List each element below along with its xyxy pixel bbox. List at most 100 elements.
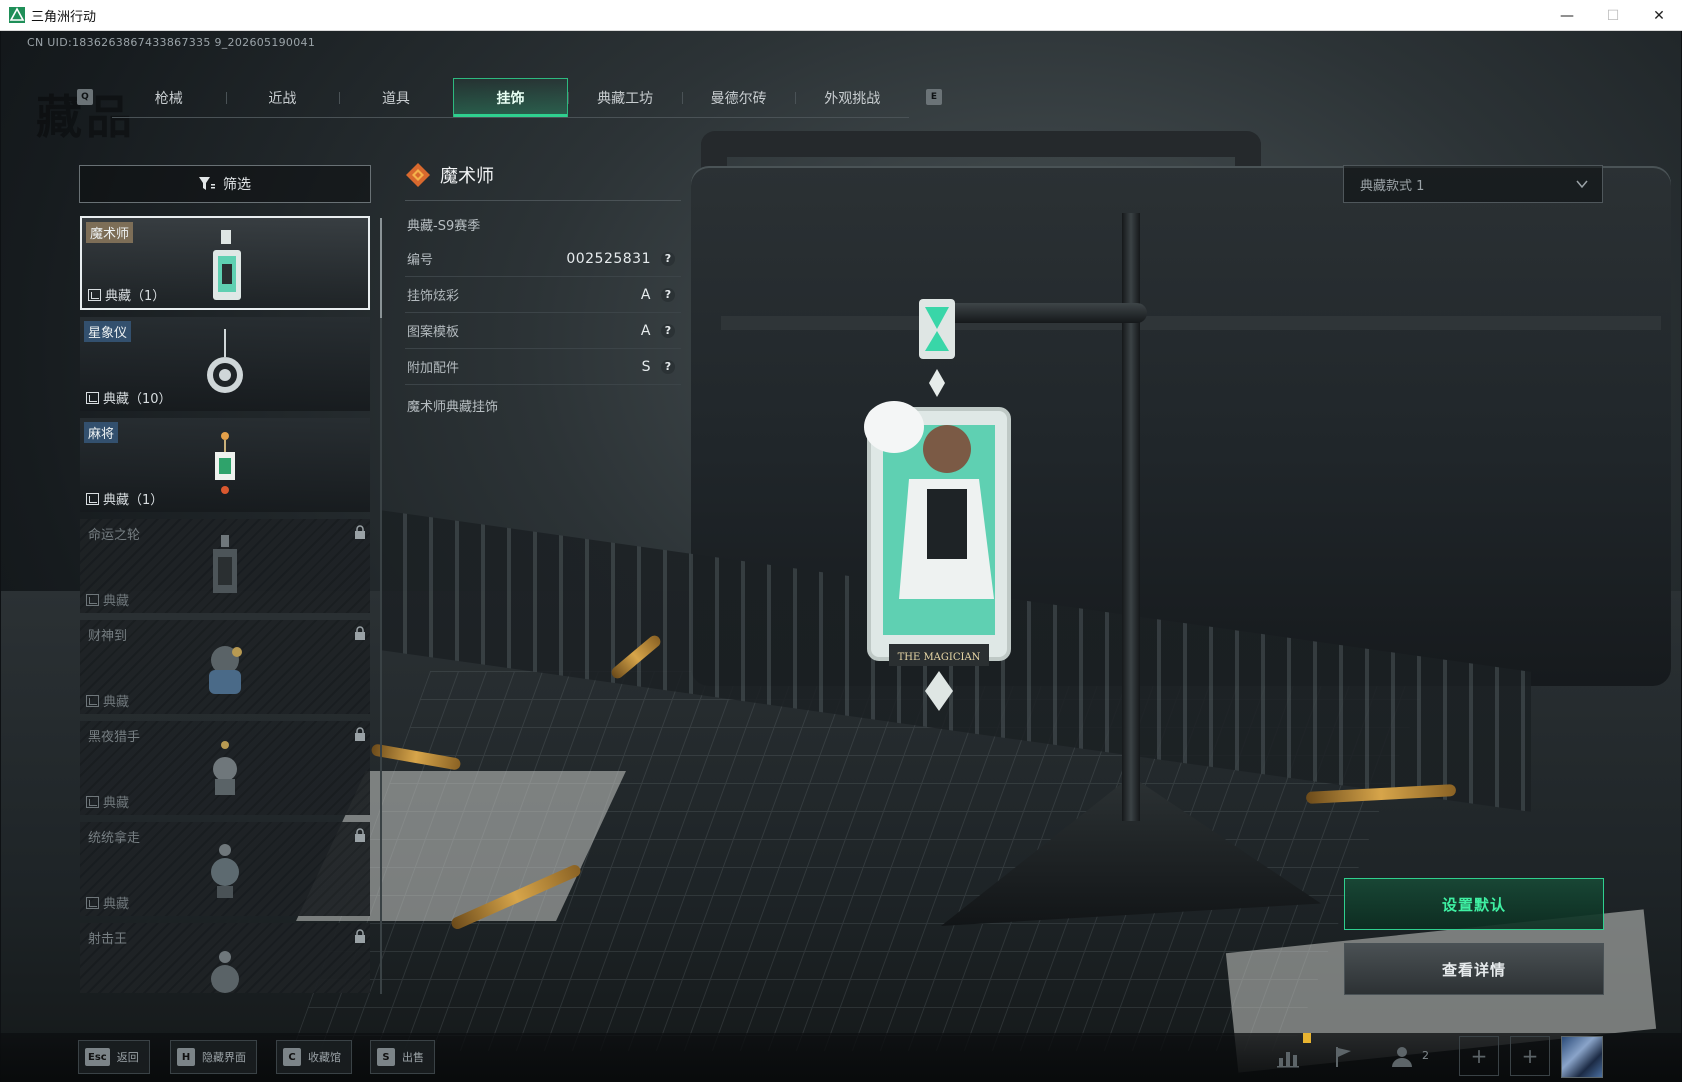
detail-row-label: 附加配件 [407,361,460,376]
charm-card-name: 魔术师 [86,222,134,243]
charm-card-astrolabe[interactable]: 星象仪 典藏（10） [80,317,370,411]
tab-charms[interactable]: 挂饰 [452,78,569,117]
tab-appearance-challenge[interactable]: 外观挑战 [795,78,909,117]
collection-tier-icon [86,391,99,404]
filter-icon [199,177,215,190]
astrolabe-charm-thumbnail [207,329,243,393]
tab-next-key[interactable]: E [926,89,942,105]
collection-tier-icon [86,896,99,909]
charm-card-wheel-of-fate[interactable]: 命运之轮 典藏 [80,519,370,613]
charm-list-scrollbar-thumb[interactable] [380,218,382,318]
charm-card-tier-label: 典藏（1） [103,493,164,508]
filter-button[interactable]: 筛选 [79,165,371,203]
charm-card-name: 财神到 [88,629,128,644]
detail-row-value: 002525831 [566,250,651,267]
charm-card-tier-label: 典藏 [103,594,130,609]
alert-badge [1303,1033,1311,1043]
hint-sell[interactable]: S 出售 [370,1040,435,1074]
lock-icon [355,525,365,539]
tab-collection-workshop[interactable]: 典藏工坊 [568,78,682,117]
view-details-button[interactable]: 查看详情 [1344,943,1604,995]
tab-guns[interactable]: 枪械 [112,78,226,117]
tab-melee[interactable]: 近战 [225,78,340,117]
charm-card-shooting-king[interactable]: 射击王 [80,923,370,993]
avatar[interactable] [1561,1036,1603,1078]
team-slot-add[interactable]: + [1510,1036,1550,1076]
lock-icon [355,727,365,741]
lock-icon [355,929,365,943]
charm-card-tier: 典藏 [86,590,129,609]
charm-card-tier-label: 典藏 [103,796,130,811]
style-select[interactable]: 典藏款式 1 [1343,165,1603,203]
friends-count: 2 [1422,1049,1429,1062]
keycap: S [377,1048,395,1066]
help-icon[interactable]: ? [661,287,675,302]
close-button[interactable]: ✕ [1636,0,1682,31]
charm-card-night-hunter[interactable]: 黑夜猎手 典藏 [80,721,370,815]
detail-row-label: 图案模板 [407,325,460,340]
charm-card-tier-label: 典藏 [103,897,130,912]
take-it-all-charm-thumbnail [211,844,239,898]
help-icon[interactable]: ? [661,251,675,266]
app-logo-icon [9,7,25,23]
hint-hide-ui[interactable]: H 隐藏界面 [170,1040,257,1074]
keycap: Esc [85,1048,110,1066]
charm-list-scrollbar[interactable] [380,218,382,994]
collection-tier-icon [86,593,99,606]
tab-items[interactable]: 道具 [339,78,453,117]
hint-collection-hall[interactable]: C 收藏馆 [276,1040,352,1074]
divider [405,200,681,201]
charm-card-take-it-all[interactable]: 统统拿走 典藏 [80,822,370,916]
collection-rarity-icon [406,163,430,187]
detail-row-value: A [640,322,651,339]
filter-label: 筛选 [223,177,251,193]
collection-tier-icon [88,288,101,301]
player-uid: CN UID:1836263867433867335 9_20260519004… [27,36,316,49]
collection-tier-icon [86,492,99,505]
hint-label: 返回 [116,1051,139,1064]
charm-card-magician[interactable]: 魔术师 典藏（1） [80,216,370,310]
tab-mandel-brick[interactable]: 曼德尔砖 [681,78,796,117]
hint-back[interactable]: Esc 返回 [78,1040,150,1074]
charm-card-name: 射击王 [88,932,128,947]
stats-icon[interactable] [1275,1044,1301,1070]
detail-row-value: S [641,358,651,375]
friends-icon[interactable] [1390,1044,1416,1070]
collection-tier-icon [86,795,99,808]
shooting-king-charm-thumbnail [211,951,239,993]
maximize-button[interactable]: ☐ [1590,0,1636,31]
charm-card-caption: THE MAGICIAN [898,652,981,663]
hint-label: 隐藏界面 [202,1051,246,1064]
charm-card-tier: 典藏（1） [86,489,163,508]
hint-label: 收藏馆 [308,1051,341,1064]
detail-row-label: 编号 [407,253,434,268]
team-slot-add[interactable]: + [1459,1036,1499,1076]
help-icon[interactable]: ? [661,323,675,338]
lock-icon [355,828,365,842]
detail-row-pattern-template: 图案模板 A ? [405,313,681,349]
tab-prev-key[interactable]: Q [77,89,93,105]
detail-row-label: 挂饰炫彩 [407,289,460,304]
minimize-button[interactable]: — [1544,0,1590,31]
charm-card-tier: 典藏 [86,792,129,811]
charm-card-name: 统统拿走 [88,831,141,846]
help-icon[interactable]: ? [661,359,675,374]
charm-card-tier: 典藏 [86,893,129,912]
flag-icon[interactable] [1330,1044,1356,1070]
charm-card-tier: 典藏 [86,691,129,710]
style-select-value: 典藏款式 1 [1360,178,1425,194]
set-default-button[interactable]: 设置默认 [1344,878,1604,930]
charm-card-mahjong[interactable]: 麻将 典藏（1） [80,418,370,512]
wheel-of-fate-charm-thumbnail [213,535,237,593]
window-title: 三角洲行动 [31,9,97,25]
charm-card-god-of-wealth[interactable]: 财神到 典藏 [80,620,370,714]
detail-row-serial: 编号 002525831 ? [405,241,681,277]
mahjong-charm-thumbnail [215,432,235,494]
hint-label: 出售 [402,1051,424,1064]
night-hunter-charm-thumbnail [213,741,237,795]
keycap: H [177,1048,195,1066]
detail-row-attachment: 附加配件 S ? [405,349,681,385]
collection-tier-icon [86,694,99,707]
charm-card-tier: 典藏（10） [86,388,172,407]
charm-card-name: 命运之轮 [88,528,141,543]
